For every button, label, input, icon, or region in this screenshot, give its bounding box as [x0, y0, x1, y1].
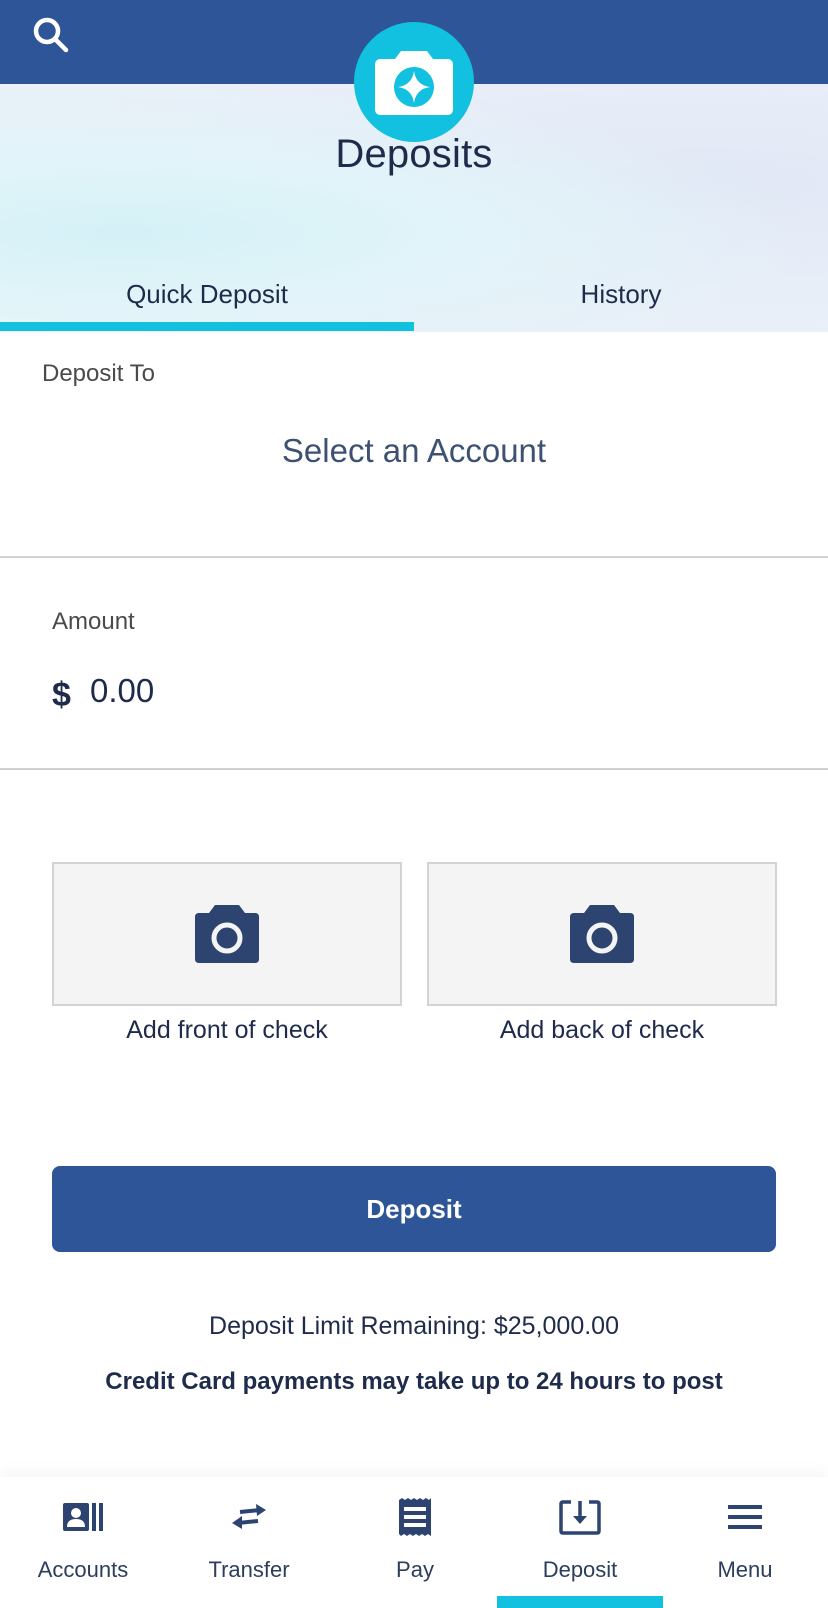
nav-item-pay[interactable]: Pay	[332, 1477, 498, 1608]
camera-icon	[195, 905, 259, 963]
deposit-to-section: Deposit To Select an Account	[0, 332, 828, 558]
currency-symbol: $	[52, 676, 71, 714]
check-back-label: Add back of check	[499, 1016, 705, 1044]
nav-label-deposit: Deposit	[542, 1557, 618, 1582]
tab-history[interactable]: History	[414, 270, 828, 332]
amount-input[interactable]	[90, 666, 690, 716]
deposit-icon	[559, 1500, 601, 1535]
active-tab-indicator	[0, 322, 414, 331]
bottom-navigation: Accounts Transfer Pay Deposit Menu	[0, 1477, 828, 1608]
credit-card-notice: Credit Card payments may take up to 24 h…	[105, 1368, 723, 1395]
search-icon	[33, 17, 69, 53]
deposit-to-label: Deposit To	[42, 360, 155, 387]
camera-icon	[570, 905, 634, 963]
add-back-of-check-button[interactable]	[427, 862, 777, 1006]
deposit-limit-text: Deposit Limit Remaining: $25,000.00	[209, 1312, 619, 1340]
deposit-button[interactable]: Deposit	[52, 1166, 776, 1252]
nav-item-deposit[interactable]: Deposit	[497, 1477, 663, 1608]
accounts-icon	[63, 1503, 103, 1531]
page-title: Deposits	[335, 132, 493, 176]
nav-label-pay: Pay	[396, 1557, 434, 1582]
amount-section: Amount $	[0, 558, 828, 770]
nav-label-transfer: Transfer	[208, 1557, 290, 1582]
nav-item-accounts[interactable]: Accounts	[0, 1477, 166, 1608]
active-nav-indicator	[497, 1596, 663, 1608]
account-selector[interactable]: Select an Account	[0, 432, 828, 470]
nav-label-menu: Menu	[717, 1557, 773, 1582]
camera-sparkle-icon	[375, 51, 453, 115]
menu-icon	[728, 1505, 762, 1529]
nav-item-transfer[interactable]: Transfer	[166, 1477, 332, 1608]
deposit-badge	[354, 22, 474, 142]
amount-label: Amount	[52, 608, 135, 635]
nav-label-accounts: Accounts	[37, 1557, 129, 1582]
nav-item-menu[interactable]: Menu	[662, 1477, 828, 1608]
receipt-icon	[399, 1498, 431, 1536]
check-front-label: Add front of check	[126, 1016, 328, 1044]
search-button[interactable]	[30, 14, 74, 58]
add-front-of-check-button[interactable]	[52, 862, 402, 1006]
transfer-icon	[232, 1504, 266, 1529]
